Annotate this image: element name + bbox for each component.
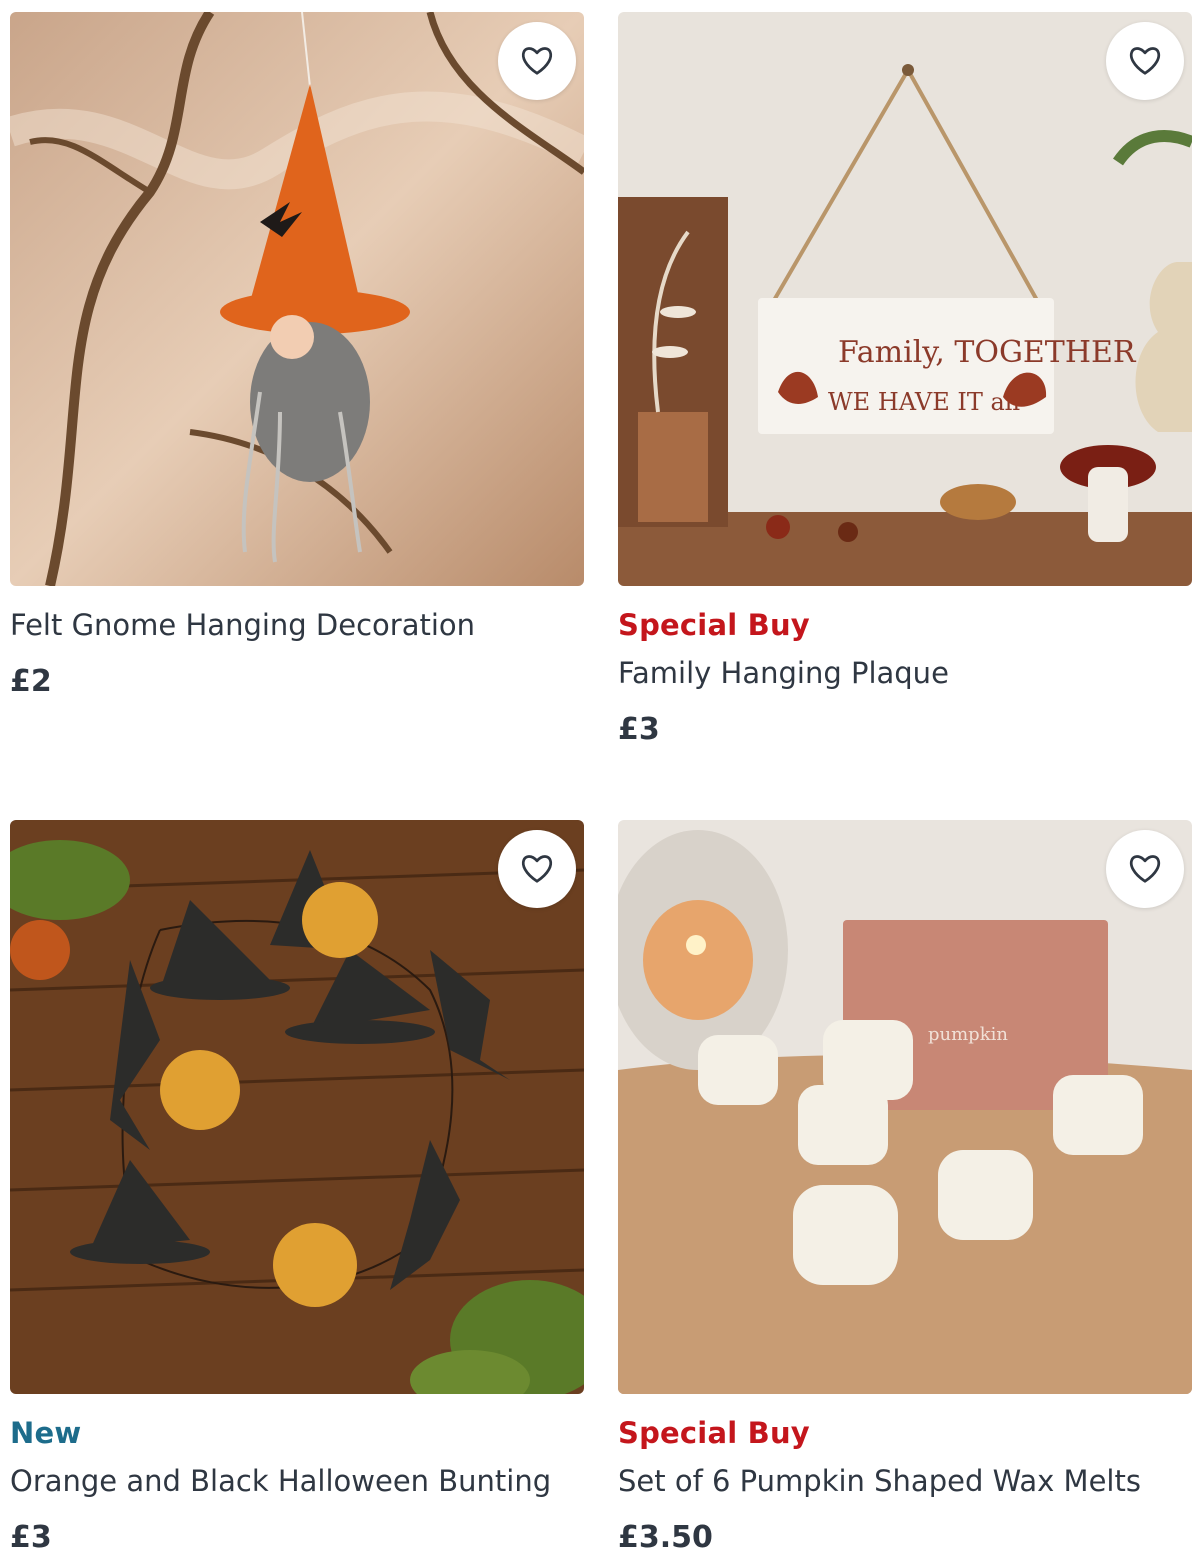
favourite-button[interactable] — [1106, 22, 1184, 100]
product-image-bunting[interactable] — [10, 820, 584, 1394]
plaque-text-line2: WE HAVE IT all — [828, 388, 1020, 416]
special-buy-badge: Special Buy — [618, 608, 810, 642]
favourite-button[interactable] — [498, 22, 576, 100]
new-badge: New — [10, 1416, 82, 1450]
favourite-button[interactable] — [498, 830, 576, 908]
product-image-wax-melts[interactable]: pumpkin — [618, 820, 1192, 1394]
special-buy-badge: Special Buy — [618, 1416, 810, 1450]
product-name[interactable]: Family Hanging Plaque — [618, 656, 949, 690]
product-image-plaque[interactable]: Family, TOGETHER WE HAVE IT all — [618, 12, 1192, 586]
product-price: £2 — [10, 664, 52, 699]
product-price: £3.50 — [618, 1520, 713, 1555]
product-price: £3 — [10, 1520, 52, 1555]
product-price: £3 — [618, 712, 660, 747]
plaque-text-line1: Family, TOGETHER — [838, 335, 1137, 370]
heart-outline-icon — [521, 855, 553, 883]
product-name[interactable]: Set of 6 Pumpkin Shaped Wax Melts — [618, 1464, 1141, 1498]
product-name[interactable]: Orange and Black Halloween Bunting — [10, 1464, 551, 1498]
product-name[interactable]: Felt Gnome Hanging Decoration — [10, 608, 475, 642]
product-image-gnome[interactable] — [10, 12, 584, 586]
heart-outline-icon — [521, 47, 553, 75]
favourite-button[interactable] — [1106, 830, 1184, 908]
heart-outline-icon — [1129, 47, 1161, 75]
heart-outline-icon — [1129, 855, 1161, 883]
box-label: pumpkin — [928, 1024, 1008, 1045]
